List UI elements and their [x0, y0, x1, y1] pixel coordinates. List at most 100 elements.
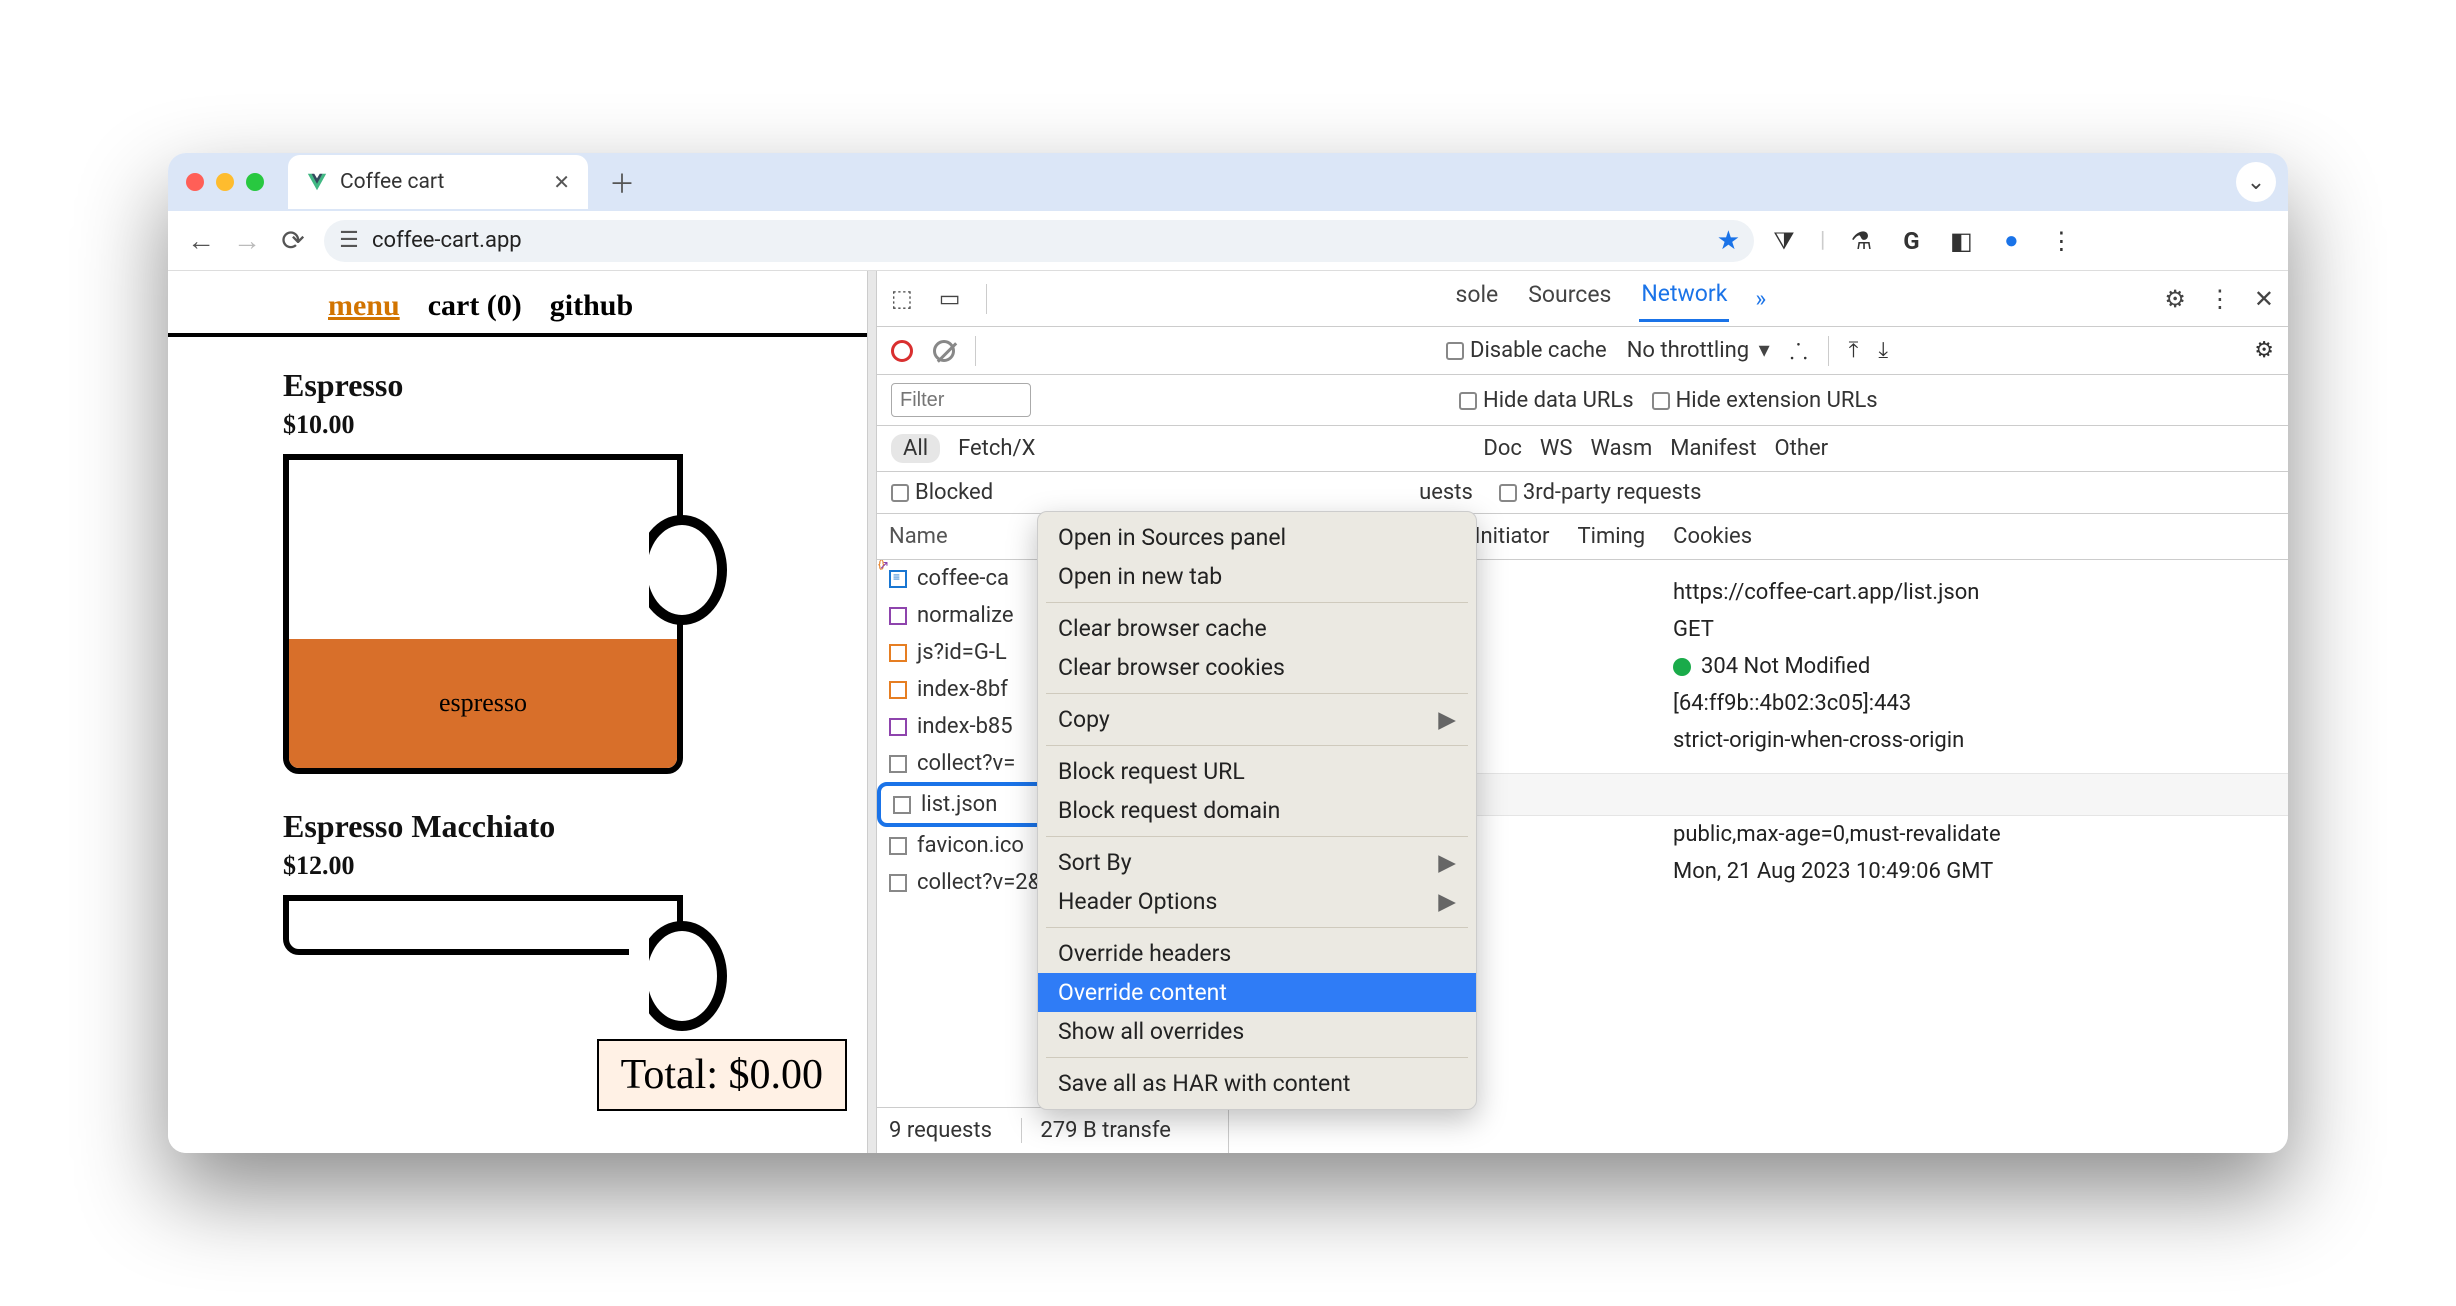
settings-gear-icon[interactable]: ⚙ [2164, 285, 2186, 313]
mug-handle-icon [637, 921, 727, 1031]
tab-network[interactable]: Network [1639, 276, 1729, 322]
tabs-dropdown-button[interactable]: ⌄ [2236, 162, 2276, 202]
network-conditions-icon[interactable]: ⸫ [1790, 336, 1808, 366]
new-tab-button[interactable]: ＋ [608, 168, 636, 196]
close-window-button[interactable] [186, 173, 204, 191]
ctx-override-headers[interactable]: Override headers [1038, 934, 1476, 973]
clear-log-button[interactable] [933, 340, 955, 362]
throttling-select[interactable]: No throttling ▾ [1627, 338, 1770, 363]
chevron-right-icon: ▶ [1438, 706, 1456, 733]
hide-data-urls-checkbox[interactable]: Hide data URLs [1459, 388, 1634, 413]
export-har-icon[interactable]: ⤓ [1878, 338, 1888, 363]
vue-favicon-icon [306, 171, 328, 193]
detail-tab-cookies[interactable]: Cookies [1673, 524, 1752, 549]
chevron-right-icon: ▶ [1438, 849, 1456, 876]
product-list: Espresso $10.00 espresso Espresso Macchi… [168, 337, 867, 955]
devtools-menu-icon[interactable]: ⋮ [2208, 285, 2232, 313]
script-icon [889, 644, 907, 662]
browser-toolbar: ← → ⟳ ☰ coffee-cart.app ★ ⧩ | ⚗ G ◧ ● ⋮ [168, 211, 2288, 271]
filter-ws[interactable]: WS [1540, 436, 1573, 461]
close-tab-icon[interactable]: ✕ [553, 170, 570, 194]
network-toolbar-2: Hide data URLs Hide extension URLs [877, 375, 2288, 426]
inspect-element-icon[interactable]: ⬚ [891, 285, 913, 312]
network-type-filter: All Fetch/X Doc WS Wasm Manifest Other [877, 426, 2288, 472]
ctx-sort-by-submenu[interactable]: Sort By▶ [1038, 843, 1476, 882]
ctx-block-domain[interactable]: Block request domain [1038, 791, 1476, 830]
blocked-requests-checkbox[interactable]: Blocked [891, 480, 993, 505]
network-settings-gear-icon[interactable]: ⚙ [2254, 338, 2274, 363]
browser-window: Coffee cart ✕ ＋ ⌄ ← → ⟳ ☰ coffee-cart.ap… [168, 153, 2288, 1153]
google-icon[interactable]: G [1897, 227, 1925, 255]
ctx-open-tab[interactable]: Open in new tab [1038, 557, 1476, 596]
filter-doc[interactable]: Doc [1483, 436, 1522, 461]
separator [1828, 336, 1829, 366]
detail-tab-initiator[interactable]: Initiator [1475, 524, 1550, 549]
network-toolbar-3: Blocked uests 3rd-party requests [877, 472, 2288, 514]
reload-button[interactable]: ⟳ [278, 224, 308, 257]
general-remote: [64:ff9b::4b02:3c05]:443 [1673, 691, 2268, 716]
general-status: 304 Not Modified [1673, 654, 2268, 679]
maximize-window-button[interactable] [246, 173, 264, 191]
header-value: public,max-age=0,must-revalidate [1673, 822, 2268, 847]
profile-avatar-icon[interactable]: ● [1997, 226, 2025, 255]
import-har-icon[interactable]: ⤒ [1849, 338, 1859, 363]
more-tabs-icon[interactable]: » [1755, 285, 1766, 312]
product-image-macchiato[interactable] [283, 895, 683, 955]
product-price: $12.00 [283, 851, 867, 881]
filter-other[interactable]: Other [1775, 436, 1829, 461]
ctx-override-content[interactable]: Override content [1038, 973, 1476, 1012]
separator [975, 336, 976, 366]
toolbar-actions: ⧩ | ⚗ G ◧ ● ⋮ [1770, 226, 2075, 255]
browser-menu-icon[interactable]: ⋮ [2047, 227, 2075, 255]
nav-cart[interactable]: cart (0) [428, 289, 522, 323]
filter-input[interactable] [891, 383, 1031, 417]
filter-wasm[interactable]: Wasm [1590, 436, 1652, 461]
nav-github[interactable]: github [550, 289, 633, 323]
blocked-requests-label-partial: uests [1419, 480, 1473, 505]
ctx-block-url[interactable]: Block request URL [1038, 752, 1476, 791]
other-icon [889, 874, 907, 892]
extensions-icon[interactable]: ⧩ [1770, 227, 1798, 255]
tab-console[interactable]: sole [1453, 277, 1500, 320]
ctx-clear-cache[interactable]: Clear browser cache [1038, 609, 1476, 648]
product-image-espresso[interactable]: espresso [283, 454, 683, 774]
header-value: Mon, 21 Aug 2023 10:49:06 GMT [1673, 859, 2268, 884]
filter-fetch[interactable]: Fetch/X [958, 436, 1035, 461]
sidepanel-icon[interactable]: ◧ [1947, 227, 1975, 255]
labs-icon[interactable]: ⚗ [1847, 227, 1875, 255]
minimize-window-button[interactable] [216, 173, 234, 191]
detail-tab-timing[interactable]: Timing [1578, 524, 1646, 549]
ctx-save-har[interactable]: Save all as HAR with content [1038, 1064, 1476, 1103]
forward-button[interactable]: → [232, 224, 262, 257]
ctx-header-options-submenu[interactable]: Header Options▶ [1038, 882, 1476, 921]
disable-cache-checkbox[interactable]: Disable cache [1446, 338, 1607, 363]
page-viewport: menu cart (0) github Espresso $10.00 esp… [168, 271, 868, 1153]
general-url: https://coffee-cart.app/list.json [1673, 580, 2268, 605]
bookmark-star-icon[interactable]: ★ [1717, 226, 1740, 256]
device-toggle-icon[interactable]: ▭ [939, 285, 961, 312]
mug-handle-icon [637, 515, 727, 625]
ctx-copy-submenu[interactable]: Copy▶ [1038, 700, 1476, 739]
third-party-checkbox[interactable]: 3rd-party requests [1499, 480, 1702, 505]
devtools-panel: ⬚ ▭ sole Sources Network » ⚙ ⋮ ✕ Disable… [876, 271, 2288, 1153]
back-button[interactable]: ← [186, 224, 216, 257]
nav-menu[interactable]: menu [328, 289, 400, 323]
general-method: GET [1673, 617, 2268, 642]
filter-manifest[interactable]: Manifest [1670, 436, 1756, 461]
address-bar[interactable]: ☰ coffee-cart.app ★ [324, 220, 1754, 262]
ctx-show-overrides[interactable]: Show all overrides [1038, 1012, 1476, 1051]
general-policy: strict-origin-when-cross-origin [1673, 728, 2268, 753]
other-icon [893, 796, 911, 814]
hide-extension-urls-checkbox[interactable]: Hide extension URLs [1652, 388, 1878, 413]
site-settings-icon[interactable]: ☰ [338, 230, 360, 252]
cart-total-button[interactable]: Total: $0.00 [597, 1039, 847, 1111]
record-button[interactable] [891, 340, 913, 362]
close-devtools-icon[interactable]: ✕ [2254, 285, 2274, 313]
browser-tab[interactable]: Coffee cart ✕ [288, 155, 588, 209]
ctx-clear-cookies[interactable]: Clear browser cookies [1038, 648, 1476, 687]
tab-sources[interactable]: Sources [1526, 277, 1613, 320]
ctx-open-sources[interactable]: Open in Sources panel [1038, 518, 1476, 557]
pane-splitter[interactable] [868, 271, 876, 1153]
filter-all[interactable]: All [891, 434, 940, 463]
network-toolbar-1: Disable cache No throttling ▾ ⸫ ⤒ ⤓ ⚙ [877, 327, 2288, 375]
